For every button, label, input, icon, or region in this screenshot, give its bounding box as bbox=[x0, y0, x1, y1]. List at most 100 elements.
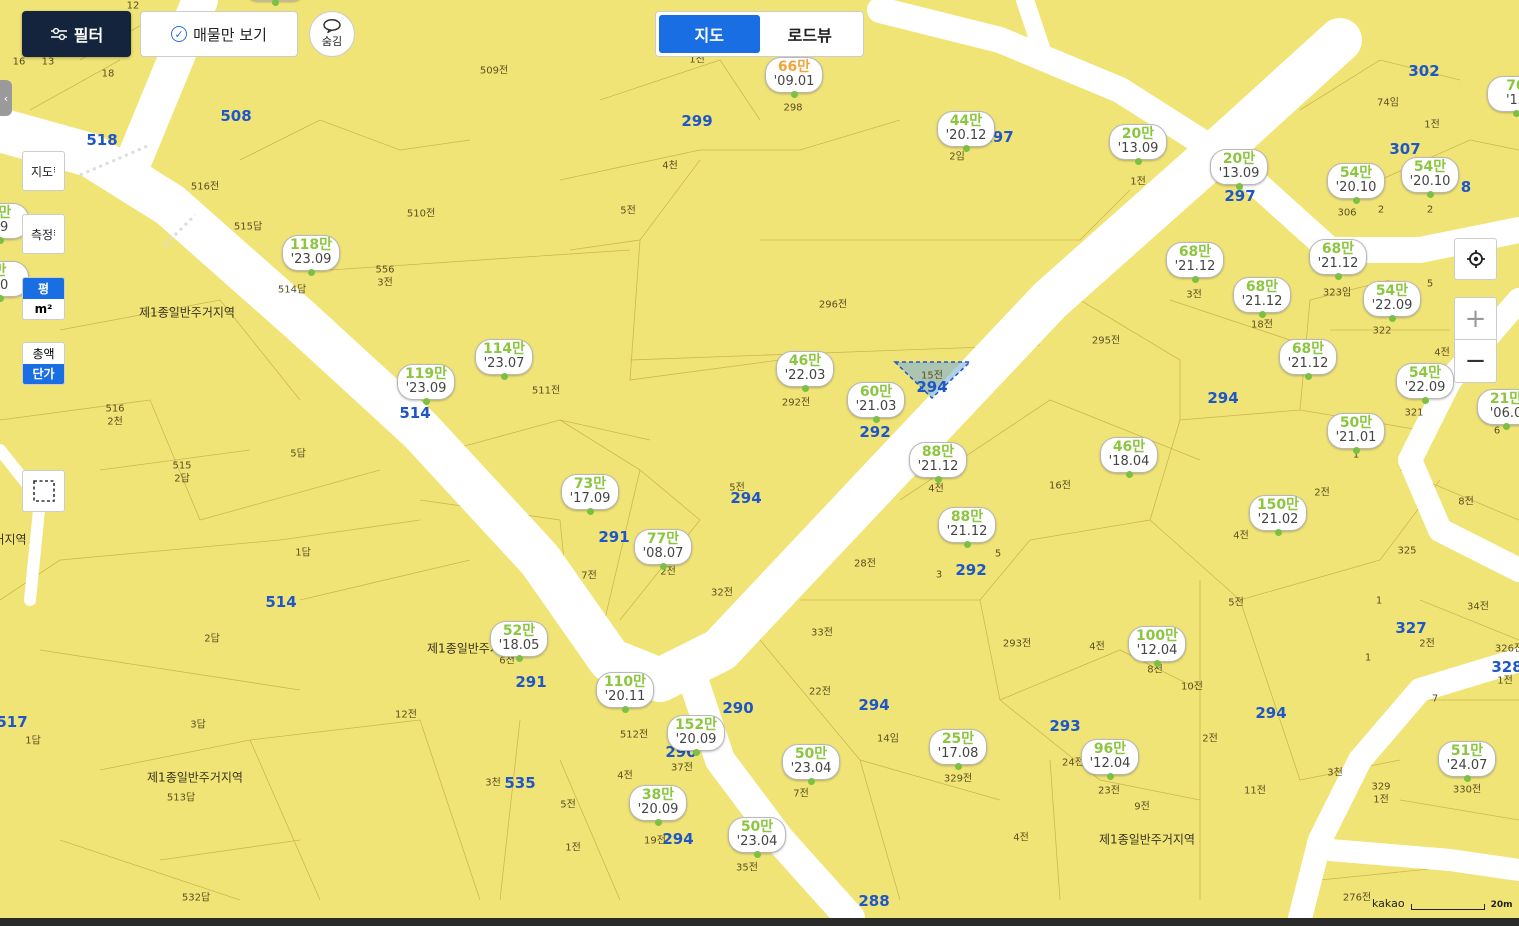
price-value: 68만 bbox=[1321, 241, 1355, 257]
price-marker[interactable]: 68만 '21.12 bbox=[1279, 339, 1337, 380]
price-marker[interactable]: 88만 '21.12 bbox=[938, 507, 996, 548]
price-marker-box: 50만 '23.04 bbox=[728, 817, 786, 853]
price-marker[interactable]: 54만 '20.10 bbox=[1401, 157, 1459, 198]
marker-pin-icon bbox=[422, 398, 430, 405]
area-select-button[interactable] bbox=[22, 470, 65, 512]
price-mode-total[interactable]: 총액 bbox=[23, 343, 64, 364]
tab-roadview[interactable]: 로드뷰 bbox=[760, 15, 861, 53]
price-marker[interactable]: 54만 '20.10 bbox=[1327, 163, 1385, 204]
marker-pin-icon bbox=[1235, 183, 1243, 190]
price-marker[interactable]: 25만 '17.08 bbox=[929, 729, 987, 770]
price-marker[interactable]: 20만 '13.09 bbox=[1210, 149, 1268, 190]
lot-label: 3 bbox=[935, 569, 943, 581]
price-marker[interactable]: 50만 '23.04 bbox=[782, 744, 840, 785]
trade-date: '06.0 bbox=[1489, 406, 1519, 421]
price-value: 50만 bbox=[740, 819, 774, 835]
price-marker[interactable]: 54만 '22.09 bbox=[1363, 281, 1421, 322]
trade-date: '21.01 bbox=[1335, 430, 1377, 445]
lot-label: 2 bbox=[1377, 204, 1385, 216]
price-marker[interactable]: 70'13 bbox=[1487, 76, 1519, 117]
price-marker[interactable]: 68만 '21.12 bbox=[1309, 239, 1367, 280]
listing-only-toggle[interactable]: ✓ 매물만 보기 bbox=[140, 11, 298, 57]
price-marker-box: 118만 '23.09 bbox=[282, 235, 340, 271]
price-marker-box: 54만 '22.09 bbox=[1363, 281, 1421, 317]
price-marker[interactable]: 66만 '09.01 bbox=[765, 57, 823, 98]
lot-label: 2전 bbox=[1419, 638, 1435, 650]
parcel-number: 292 bbox=[955, 561, 987, 579]
price-value: 51만 bbox=[1450, 743, 1484, 759]
price-mode-unit[interactable]: 단가 bbox=[23, 363, 64, 384]
zoom-out-button[interactable]: − bbox=[1454, 340, 1497, 383]
price-marker-box: 21만 '06.0 bbox=[1477, 389, 1519, 425]
lot-label: 2 bbox=[1426, 204, 1434, 216]
hide-button[interactable]: 숨김 bbox=[309, 11, 355, 57]
filter-button[interactable]: 필터 bbox=[22, 11, 131, 57]
price-marker-box: 54만 '20.10 bbox=[1401, 157, 1459, 193]
price-marker[interactable]: 50만 '21.01 bbox=[1327, 413, 1385, 454]
lot-label: 510전 bbox=[406, 208, 436, 220]
price-marker[interactable]: 110만 '20.11 bbox=[596, 672, 654, 713]
trade-date: '21.12 bbox=[1174, 259, 1216, 274]
hide-label: 숨김 bbox=[321, 35, 343, 48]
current-location-button[interactable] bbox=[1454, 238, 1497, 280]
price-marker[interactable]: 88만 '21.12 bbox=[909, 442, 967, 483]
lot-label: 5전 bbox=[1228, 597, 1244, 609]
map-canvas[interactable]: 제1종일반주거지역제1종일반주거지역제1종일반주거지역제1종일반주거지역거지역5… bbox=[0, 0, 1519, 918]
price-marker[interactable]: 114만 '23.07 bbox=[475, 339, 533, 380]
trade-date: '23.04 bbox=[736, 834, 778, 849]
price-marker[interactable]: 38만 '20.09 bbox=[629, 785, 687, 826]
marker-pin-icon bbox=[790, 91, 798, 98]
price-marker[interactable]: 46만 '18.04 bbox=[1100, 437, 1158, 478]
price-marker[interactable]: 54만 '22.09 bbox=[1396, 363, 1454, 404]
price-value: 46만 bbox=[1112, 439, 1146, 455]
price-marker-box: 25만 '17.08 bbox=[929, 729, 987, 765]
measure-button[interactable]: 측정 ⁝ bbox=[22, 214, 65, 254]
lot-label: 1전 bbox=[1497, 675, 1513, 687]
lot-label: 514답 bbox=[277, 284, 307, 296]
trade-date: '20.09 bbox=[637, 802, 679, 817]
price-marker[interactable]: 144만 bbox=[246, 0, 304, 6]
scale-label: 20m bbox=[1490, 900, 1513, 910]
price-marker[interactable]: 68만 '21.12 bbox=[1233, 277, 1291, 318]
price-marker[interactable]: 68만 '21.12 bbox=[1166, 242, 1224, 283]
price-value: 20만 bbox=[1121, 126, 1155, 142]
price-marker[interactable]: 20만 '13.09 bbox=[1109, 124, 1167, 165]
price-marker[interactable]: 96만 '12.04 bbox=[1081, 739, 1139, 780]
trade-date: '21.12 bbox=[1317, 256, 1359, 271]
price-marker[interactable]: 100만 '12.04 bbox=[1128, 626, 1186, 667]
price-marker[interactable]: 52만 '18.05 bbox=[490, 621, 548, 662]
lot-label: 34전 bbox=[1467, 601, 1489, 613]
price-mode-toggle: 총액 단가 bbox=[22, 342, 65, 385]
price-marker[interactable]: 118만 '23.09 bbox=[282, 235, 340, 276]
price-marker[interactable]: 46만 '22.03 bbox=[776, 351, 834, 392]
map-type-button[interactable]: 지도 ⁝ bbox=[22, 151, 65, 191]
price-marker[interactable]: 51만 '24.07 bbox=[1438, 741, 1496, 782]
marker-pin-icon bbox=[654, 819, 662, 826]
price-value: 88만 bbox=[950, 509, 984, 525]
unit-pyeong[interactable]: 평 bbox=[23, 278, 64, 299]
price-marker[interactable]: 44만 '20.12 bbox=[937, 111, 995, 152]
lot-label: 7전 bbox=[581, 570, 597, 582]
trade-date: '20.10 bbox=[1409, 174, 1451, 189]
trade-date: '17.09 bbox=[569, 491, 611, 506]
price-marker[interactable]: 60만 '21.03 bbox=[847, 382, 905, 423]
price-value: 68만 bbox=[1291, 341, 1325, 357]
price-value: 150만 bbox=[1256, 497, 1300, 513]
price-marker[interactable]: 150만 '21.02 bbox=[1249, 495, 1307, 536]
price-marker[interactable]: 73만 '17.09 bbox=[561, 474, 619, 515]
lot-label: 5전 bbox=[560, 799, 576, 811]
price-marker[interactable]: 152만 '20.09 bbox=[667, 715, 725, 756]
zone-label: 제1종일반주거지역 bbox=[147, 770, 243, 785]
tab-map[interactable]: 지도 bbox=[659, 15, 760, 53]
unit-square-meter[interactable]: m² bbox=[23, 299, 64, 320]
marker-pin-icon bbox=[692, 749, 700, 756]
price-marker[interactable]: 77만 '08.07 bbox=[634, 529, 692, 570]
price-marker[interactable]: 50만 '23.04 bbox=[728, 817, 786, 858]
price-marker[interactable]: 119만 '23.09 bbox=[397, 364, 455, 405]
lot-label: 298 bbox=[783, 102, 803, 114]
zoom-in-button[interactable]: + bbox=[1454, 297, 1497, 340]
price-marker-box: 50만 '21.01 bbox=[1327, 413, 1385, 449]
collapse-panel-tab[interactable]: ‹ bbox=[0, 80, 12, 116]
price-marker[interactable]: 21만 '06.0 bbox=[1477, 389, 1519, 430]
marker-pin-icon bbox=[659, 563, 667, 570]
